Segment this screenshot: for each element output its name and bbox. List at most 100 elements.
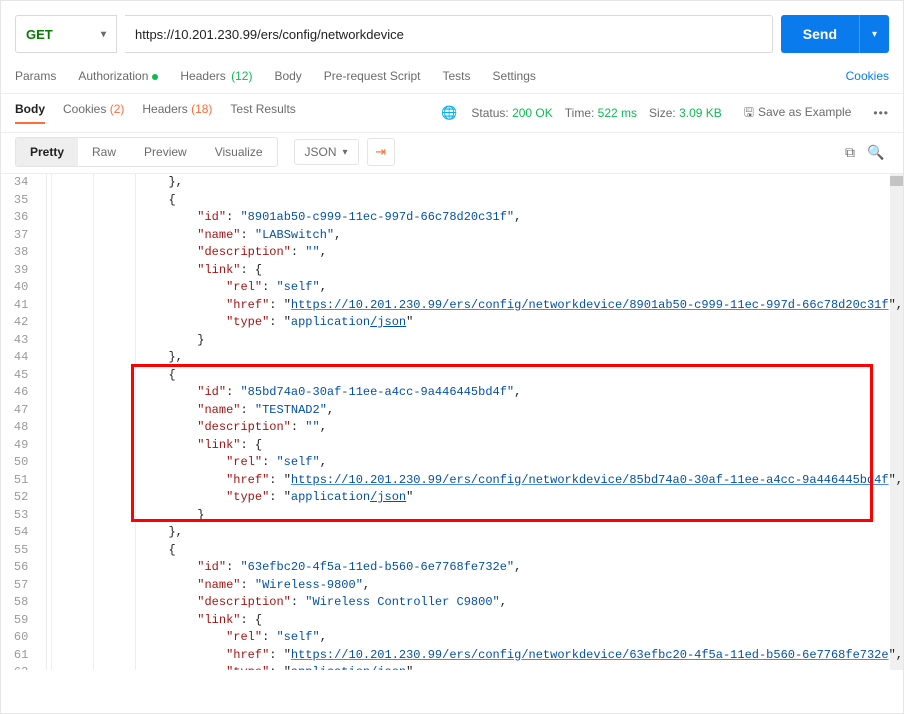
code-line: "link": { [53,612,903,630]
code-line: }, [53,174,903,192]
tab-headers-count: (12) [231,69,252,83]
code-line: "link": { [53,437,903,455]
line-number: 45 [1,367,28,385]
line-number: 58 [1,594,28,612]
line-number: 61 [1,647,28,665]
language-select[interactable]: JSON ▾ [294,139,359,165]
request-tabs: Params Authorization Headers (12) Body P… [1,59,903,94]
view-preview-button[interactable]: Preview [130,138,201,166]
network-globe-icon[interactable]: 🌐 [441,105,457,121]
save-example-label: Save as Example [758,105,851,119]
line-number: 53 [1,507,28,525]
response-body-viewer[interactable]: 3435363738394041424344454647484950515253… [1,174,903,670]
line-number: 35 [1,192,28,210]
send-group: Send ▾ [781,15,889,53]
resp-tab-cookies-count: (2) [110,102,125,116]
line-number: 39 [1,262,28,280]
search-response-button[interactable]: 🔍 [863,139,889,165]
url-link[interactable]: https://10.201.230.99/ers/config/network… [291,648,889,662]
http-method-select[interactable]: GET ▾ [15,15,117,53]
code-line: }, [53,524,903,542]
tab-prerequest[interactable]: Pre-request Script [324,69,421,83]
code-line: "name": "Wireless-9800", [53,577,903,595]
code-line: "rel": "self", [53,629,903,647]
line-number: 47 [1,402,28,420]
line-number: 34 [1,174,28,192]
save-icon: 🖫 [744,105,754,119]
resp-tab-headers-label: Headers [142,102,187,116]
wrap-lines-button[interactable]: ⇥ [367,138,395,166]
view-raw-button[interactable]: Raw [78,138,130,166]
line-number: 50 [1,454,28,472]
size-label: Size: 3.09 KB [649,106,722,120]
line-number: 55 [1,542,28,560]
line-number: 42 [1,314,28,332]
tab-headers[interactable]: Headers (12) [180,69,252,83]
url-link[interactable]: https://10.201.230.99/ers/config/network… [291,298,889,312]
resp-tab-body[interactable]: Body [15,102,45,124]
send-dropdown-button[interactable]: ▾ [859,15,889,53]
line-number: 54 [1,524,28,542]
response-status: 🌐 Status: 200 OK Time: 522 ms Size: 3.09… [441,103,889,124]
fold-column[interactable] [38,174,47,670]
view-visualize-button[interactable]: Visualize [201,138,277,166]
request-bar: GET ▾ https://10.201.230.99/ers/config/n… [1,1,903,59]
resp-tab-cookies-label: Cookies [63,102,106,116]
code-line: "link": { [53,262,903,280]
code-line: "href": "https://10.201.230.99/ers/confi… [53,297,903,315]
code-line: } [53,507,903,525]
line-number: 51 [1,472,28,490]
code-line: "rel": "self", [53,454,903,472]
send-button[interactable]: Send [781,15,859,53]
line-number: 36 [1,209,28,227]
response-header: Body Cookies (2) Headers (18) Test Resul… [1,94,903,132]
tab-body[interactable]: Body [274,69,301,83]
line-number: 49 [1,437,28,455]
chevron-down-icon: ▾ [343,147,348,158]
line-number: 57 [1,577,28,595]
status-label: Status: 200 OK [471,106,552,120]
search-icon: 🔍 [867,144,884,161]
code-line: { [53,192,903,210]
line-number: 44 [1,349,28,367]
auth-indicator-dot-icon [152,74,158,80]
http-method-value: GET [26,27,53,42]
copy-icon: ⧉ [845,144,855,161]
resp-tab-cookies[interactable]: Cookies (2) [63,102,124,124]
chevron-down-icon: ▾ [101,29,106,40]
line-number: 59 [1,612,28,630]
code-line: } [53,332,903,350]
cookies-link[interactable]: Cookies [846,69,889,83]
view-pretty-button[interactable]: Pretty [16,138,78,166]
view-mode-group: Pretty Raw Preview Visualize [15,137,278,167]
language-value: JSON [305,145,337,159]
tab-params[interactable]: Params [15,69,56,83]
code-line: }, [53,349,903,367]
line-number: 46 [1,384,28,402]
code-lines: }, { "id": "8901ab50-c999-11ec-997d-66c7… [47,174,903,670]
line-number-gutter: 3435363738394041424344454647484950515253… [1,174,38,670]
line-number: 52 [1,489,28,507]
status-code: 200 OK [512,106,553,120]
code-line: "rel": "self", [53,279,903,297]
code-line: "name": "TESTNAD2", [53,402,903,420]
url-link[interactable]: https://10.201.230.99/ers/config/network… [291,473,889,487]
url-input[interactable]: https://10.201.230.99/ers/config/network… [125,15,773,53]
line-number: 41 [1,297,28,315]
tab-authorization[interactable]: Authorization [78,69,158,83]
code-line: { [53,367,903,385]
line-number: 62 [1,664,28,670]
line-number: 40 [1,279,28,297]
code-line: "description": "", [53,419,903,437]
tab-tests[interactable]: Tests [443,69,471,83]
code-line: { [53,542,903,560]
size-value: 3.09 KB [679,106,722,120]
resp-tab-testresults[interactable]: Test Results [230,102,295,124]
resp-tab-headers[interactable]: Headers (18) [142,102,212,124]
code-line: "id": "63efbc20-4f5a-11ed-b560-6e7768fe7… [53,559,903,577]
code-line: "description": "Wireless Controller C980… [53,594,903,612]
save-as-example-button[interactable]: 🖫 Save as Example [744,103,852,124]
copy-response-button[interactable]: ⧉ [837,139,863,165]
tab-settings[interactable]: Settings [493,69,536,83]
more-options-icon[interactable]: ••• [873,106,889,120]
